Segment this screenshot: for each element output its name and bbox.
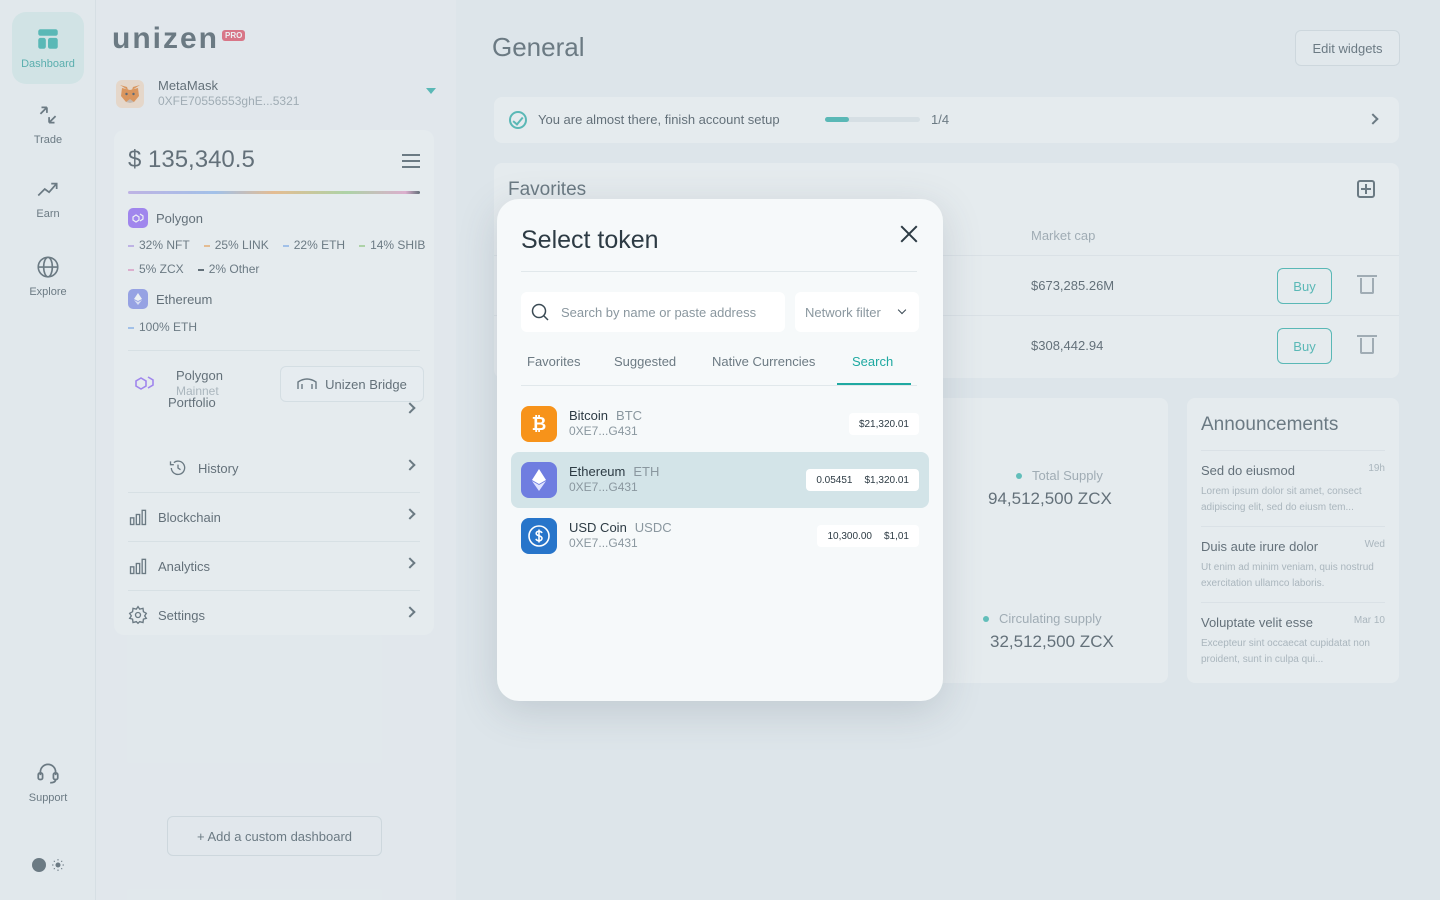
- token-row-bitcoin[interactable]: ₿ Bitcoin BTC 0XE7...G431 $21,320.01: [511, 396, 929, 452]
- tab-search[interactable]: Search: [852, 354, 893, 386]
- token-address: 0XE7...G431: [569, 424, 638, 438]
- token-symbol: ETH: [633, 464, 660, 479]
- token-symbol: USDC: [634, 520, 672, 535]
- token-name: Bitcoin: [569, 408, 609, 423]
- search-input[interactable]: [561, 292, 779, 332]
- token-search: [521, 292, 785, 332]
- token-price: $21,320.01: [858, 418, 909, 430]
- token-price-badge: 0.05451 $1,320.01: [806, 469, 919, 491]
- token-name-line: USD Coin USDC: [569, 520, 672, 535]
- token-amount: 10,300.00: [827, 530, 872, 542]
- tab-native-currencies[interactable]: Native Currencies: [712, 354, 815, 386]
- ethereum-icon: [521, 462, 557, 498]
- active-tab-indicator: [837, 383, 911, 385]
- token-row-usdc[interactable]: USD Coin USDC 0XE7...G431 10,300.00 $1,01: [511, 508, 929, 564]
- token-symbol: BTC: [616, 408, 643, 423]
- token-tabs: Favorites Suggested Native Currencies Se…: [521, 349, 917, 386]
- tab-suggested[interactable]: Suggested: [614, 354, 676, 386]
- token-name-line: Ethereum ETH: [569, 464, 659, 479]
- token-amount: 0.05451: [816, 474, 853, 486]
- modal-title: Select token: [521, 226, 659, 254]
- token-address: 0XE7...G431: [569, 480, 638, 494]
- search-icon: [531, 303, 549, 321]
- close-icon[interactable]: [899, 224, 919, 244]
- select-token-modal: Select token Network filter Favorites Su…: [497, 199, 943, 701]
- token-price: $1,320.01: [864, 474, 910, 486]
- token-address: 0XE7...G431: [569, 536, 638, 550]
- bitcoin-icon: ₿: [521, 406, 557, 442]
- network-filter-label: Network filter: [805, 304, 881, 320]
- token-name: USD Coin: [569, 520, 627, 535]
- tab-favorites[interactable]: Favorites: [527, 354, 580, 386]
- usdc-icon: [521, 518, 557, 554]
- divider: [521, 271, 917, 272]
- token-name-line: Bitcoin BTC: [569, 408, 642, 423]
- chevron-down-icon: [897, 305, 907, 315]
- token-price: $1,01: [883, 530, 909, 542]
- token-price-badge: 10,300.00 $1,01: [817, 525, 919, 547]
- token-name: Ethereum: [569, 464, 626, 479]
- token-price-badge: $21,320.01: [848, 413, 919, 435]
- network-filter-select[interactable]: Network filter: [795, 292, 919, 332]
- token-row-ethereum[interactable]: Ethereum ETH 0XE7...G431 0.05451 $1,320.01: [511, 452, 929, 508]
